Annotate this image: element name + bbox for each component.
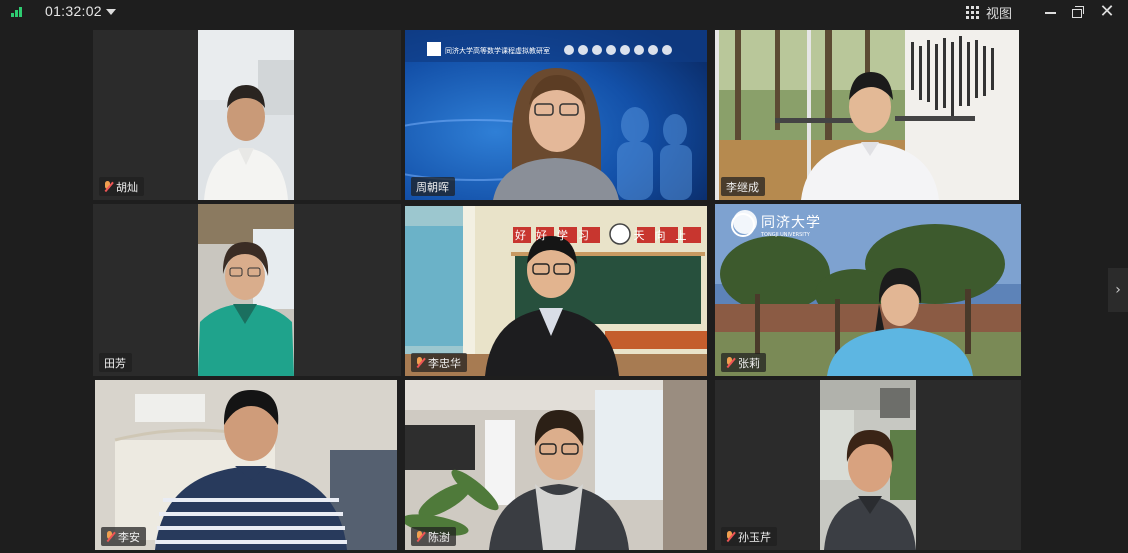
participant-name: 陈澍: [428, 530, 450, 544]
participant-nameplate: 周朝晖: [411, 177, 455, 196]
banner-text: 同济大学高等数学课程虚拟教研室: [445, 47, 550, 55]
participant-video: [405, 380, 707, 550]
logo-text: 同济大学: [761, 215, 821, 231]
participant-name: 胡灿: [116, 180, 138, 194]
video-tile-tianfang[interactable]: 田芳: [93, 204, 401, 376]
participant-name: 张莉: [738, 356, 760, 370]
classroom-slogan: 好好学习 天天向上: [515, 229, 697, 242]
signal-strength-icon[interactable]: [11, 7, 23, 17]
participant-nameplate: 张莉: [721, 353, 766, 372]
close-icon[interactable]: ✕: [1097, 2, 1117, 22]
video-tile-sunyuqin[interactable]: 孙玉芹: [715, 380, 1021, 550]
participant-name: 周朝晖: [416, 180, 449, 194]
mic-muted-icon: [104, 180, 114, 193]
video-tile-zhangli[interactable]: 同济大学 TONGJI UNIVERSITY 张莉: [715, 204, 1021, 376]
participant-name: 田芳: [104, 356, 126, 370]
mic-muted-icon: [416, 530, 426, 543]
mic-muted-icon: [106, 530, 116, 543]
participant-nameplate: 陈澍: [411, 527, 456, 546]
chevron-down-icon[interactable]: [106, 9, 116, 15]
next-page-chevron-icon[interactable]: ›: [1108, 268, 1128, 312]
video-tile-lijicheng[interactable]: 李继成: [715, 30, 1019, 200]
participant-nameplate: 胡灿: [99, 177, 144, 196]
participant-video: [715, 30, 1019, 200]
participant-video: [198, 30, 294, 200]
participant-nameplate: 孙玉芹: [721, 527, 777, 546]
restore-icon[interactable]: [1068, 2, 1088, 22]
participant-name: 李安: [118, 530, 140, 544]
logo-subtext: TONGJI UNIVERSITY: [761, 232, 810, 238]
video-tile-zhouchaohui[interactable]: 同济大学高等数学课程虚拟教研室 周朝晖: [405, 30, 707, 200]
video-tile-lizhonghua[interactable]: 好好学习 天天向上 李忠华: [405, 206, 707, 376]
mic-muted-icon: [726, 530, 736, 543]
mic-muted-icon: [416, 356, 426, 369]
participant-nameplate: 李忠华: [411, 353, 467, 372]
participant-name: 孙玉芹: [738, 530, 771, 544]
video-tile-hucan[interactable]: 胡灿: [93, 30, 401, 200]
participant-name: 李继成: [726, 180, 759, 194]
grid-icon: [966, 5, 979, 19]
participant-nameplate: 田芳: [99, 353, 132, 372]
participant-video: [95, 380, 397, 550]
video-tile-lian[interactable]: 李安: [95, 380, 397, 550]
view-button[interactable]: 视图: [966, 2, 1012, 22]
tongji-logo: 同济大学 TONGJI UNIVERSITY: [731, 212, 821, 238]
minimize-icon[interactable]: [1041, 2, 1061, 22]
view-label: 视图: [986, 6, 1013, 22]
participant-nameplate: 李继成: [721, 177, 765, 196]
meeting-timer: 01:32:02: [45, 3, 102, 19]
video-grid: 胡灿 同济大学高等数学课程虚拟教研室 周朝晖 李继成 田芳 好好学习 天天向上 …: [91, 28, 1023, 550]
video-tile-chenshu[interactable]: 陈澍: [405, 380, 707, 550]
participant-nameplate: 李安: [101, 527, 146, 546]
participant-name: 李忠华: [428, 356, 461, 370]
mic-muted-icon: [726, 356, 736, 369]
participant-video: [820, 380, 916, 550]
participant-video: [198, 204, 294, 376]
title-bar: 01:32:02 视图 ✕: [0, 0, 1128, 24]
